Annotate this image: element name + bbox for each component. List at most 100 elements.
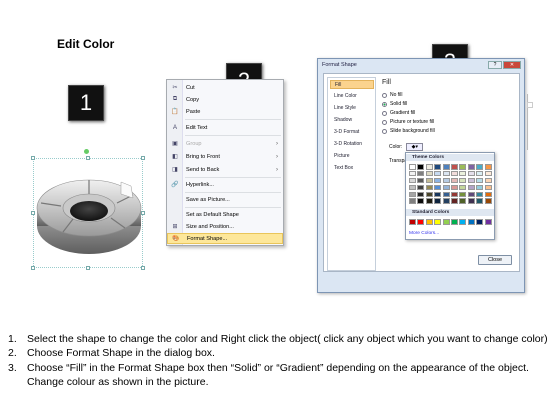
color-swatch[interactable] (442, 184, 450, 191)
menu-item-send-to-back[interactable]: ◨ Send to Back › (167, 164, 283, 175)
menu-item-hyperlink[interactable]: 🔗 Hyperlink... (167, 179, 283, 190)
color-swatch[interactable] (417, 198, 425, 204)
radio-solid-fill[interactable]: Solid fill (382, 100, 407, 108)
color-swatch[interactable] (442, 164, 450, 170)
color-swatch[interactable] (467, 198, 475, 204)
color-swatch[interactable] (476, 164, 484, 170)
menu-item-save-as-picture[interactable]: Save as Picture... (167, 194, 283, 205)
color-swatch[interactable] (476, 219, 484, 225)
color-swatch[interactable] (450, 191, 458, 198)
color-swatch[interactable] (434, 191, 442, 198)
menu-item-bring-to-front[interactable]: ◧ Bring to Front › (167, 151, 283, 162)
color-swatch[interactable] (434, 219, 442, 225)
color-swatch[interactable] (484, 198, 492, 204)
color-swatch[interactable] (425, 164, 433, 170)
color-swatch[interactable] (484, 191, 492, 198)
color-swatch[interactable] (425, 191, 433, 198)
color-swatch[interactable] (425, 177, 433, 184)
color-swatch[interactable] (417, 170, 425, 177)
color-swatch[interactable] (467, 219, 475, 225)
color-swatch[interactable] (425, 198, 433, 204)
color-swatch[interactable] (409, 198, 416, 204)
color-swatch[interactable] (442, 177, 450, 184)
menu-item-set-default-shape[interactable]: Set as Default Shape (167, 209, 283, 220)
color-swatch[interactable] (467, 170, 475, 177)
color-swatch[interactable] (434, 177, 442, 184)
more-colors-link[interactable]: More Colors... (409, 231, 439, 236)
help-button[interactable]: ? (488, 61, 502, 69)
rotation-handle[interactable] (84, 149, 89, 154)
color-swatch[interactable] (450, 177, 458, 184)
color-swatch[interactable] (476, 191, 484, 198)
nav-item-shadow[interactable]: Shadow (330, 116, 374, 125)
color-swatch[interactable] (434, 198, 442, 204)
color-swatch[interactable] (450, 219, 458, 225)
color-swatch[interactable] (484, 219, 492, 225)
color-swatch[interactable] (459, 191, 467, 198)
color-swatch[interactable] (459, 177, 467, 184)
color-swatch[interactable] (450, 170, 458, 177)
close-icon[interactable]: ✕ (503, 61, 521, 69)
color-swatch[interactable] (484, 184, 492, 191)
menu-item-copy[interactable]: ⧉ Copy (167, 94, 283, 105)
color-swatch[interactable] (476, 177, 484, 184)
color-swatch[interactable] (459, 164, 467, 170)
nav-item-fill[interactable]: Fill (330, 80, 374, 89)
menu-item-cut[interactable]: ✂ Cut (167, 82, 283, 93)
color-swatch[interactable] (442, 219, 450, 225)
color-swatch[interactable] (442, 170, 450, 177)
nav-item-line-color[interactable]: Line Color (330, 92, 374, 101)
color-swatch[interactable] (459, 170, 467, 177)
selected-shape[interactable] (31, 156, 145, 270)
color-swatch[interactable] (450, 184, 458, 191)
color-swatch[interactable] (409, 170, 416, 177)
color-swatch[interactable] (442, 191, 450, 198)
color-swatch[interactable] (417, 219, 425, 225)
color-swatch[interactable] (425, 219, 433, 225)
color-swatch[interactable] (409, 177, 416, 184)
radio-slide-background-fill[interactable]: Slide background fill (382, 127, 435, 135)
color-swatch[interactable] (425, 184, 433, 191)
color-swatch[interactable] (484, 177, 492, 184)
color-swatch[interactable] (417, 177, 425, 184)
color-swatch[interactable] (409, 191, 416, 198)
color-swatch[interactable] (425, 170, 433, 177)
color-swatch[interactable] (409, 219, 416, 225)
nav-item-line-style[interactable]: Line Style (330, 104, 374, 113)
color-swatch[interactable] (467, 177, 475, 184)
nav-item-3d-format[interactable]: 3-D Format (330, 128, 374, 137)
color-swatch[interactable] (467, 191, 475, 198)
color-swatch[interactable] (450, 198, 458, 204)
menu-item-paste[interactable]: 📋 Paste (167, 106, 283, 117)
menu-item-group[interactable]: ▣ Group › (167, 138, 283, 149)
nav-item-text-box[interactable]: Text Box (330, 164, 374, 173)
color-swatch[interactable] (409, 164, 416, 170)
menu-item-size-and-position[interactable]: ⊞ Size and Position... (167, 221, 283, 232)
radio-gradient-fill[interactable]: Gradient fill (382, 109, 415, 117)
color-swatch[interactable] (467, 164, 475, 170)
color-swatch[interactable] (484, 164, 492, 170)
color-swatch[interactable] (459, 198, 467, 204)
menu-item-format-shape[interactable]: 🎨 Format Shape... (167, 233, 283, 244)
color-swatch[interactable] (459, 219, 467, 225)
nav-item-picture[interactable]: Picture (330, 152, 374, 161)
nav-item-3d-rotation[interactable]: 3-D Rotation (330, 140, 374, 149)
color-swatch[interactable] (434, 164, 442, 170)
color-swatch[interactable] (417, 184, 425, 191)
color-swatch[interactable] (409, 184, 416, 191)
color-swatch[interactable] (484, 170, 492, 177)
color-swatch[interactable] (442, 198, 450, 204)
color-swatch[interactable] (476, 198, 484, 204)
scrollbar-thumb[interactable] (527, 102, 533, 108)
color-picker-button[interactable]: ◆▾ (406, 143, 424, 151)
color-swatch[interactable] (459, 184, 467, 191)
close-button[interactable]: Close (478, 255, 512, 265)
color-swatch[interactable] (467, 184, 475, 191)
color-swatch[interactable] (434, 184, 442, 191)
color-swatch[interactable] (476, 170, 484, 177)
color-swatch[interactable] (450, 164, 458, 170)
color-swatch[interactable] (476, 184, 484, 191)
radio-no-fill[interactable]: No fill (382, 91, 403, 99)
color-swatch[interactable] (417, 191, 425, 198)
color-swatch[interactable] (434, 170, 442, 177)
